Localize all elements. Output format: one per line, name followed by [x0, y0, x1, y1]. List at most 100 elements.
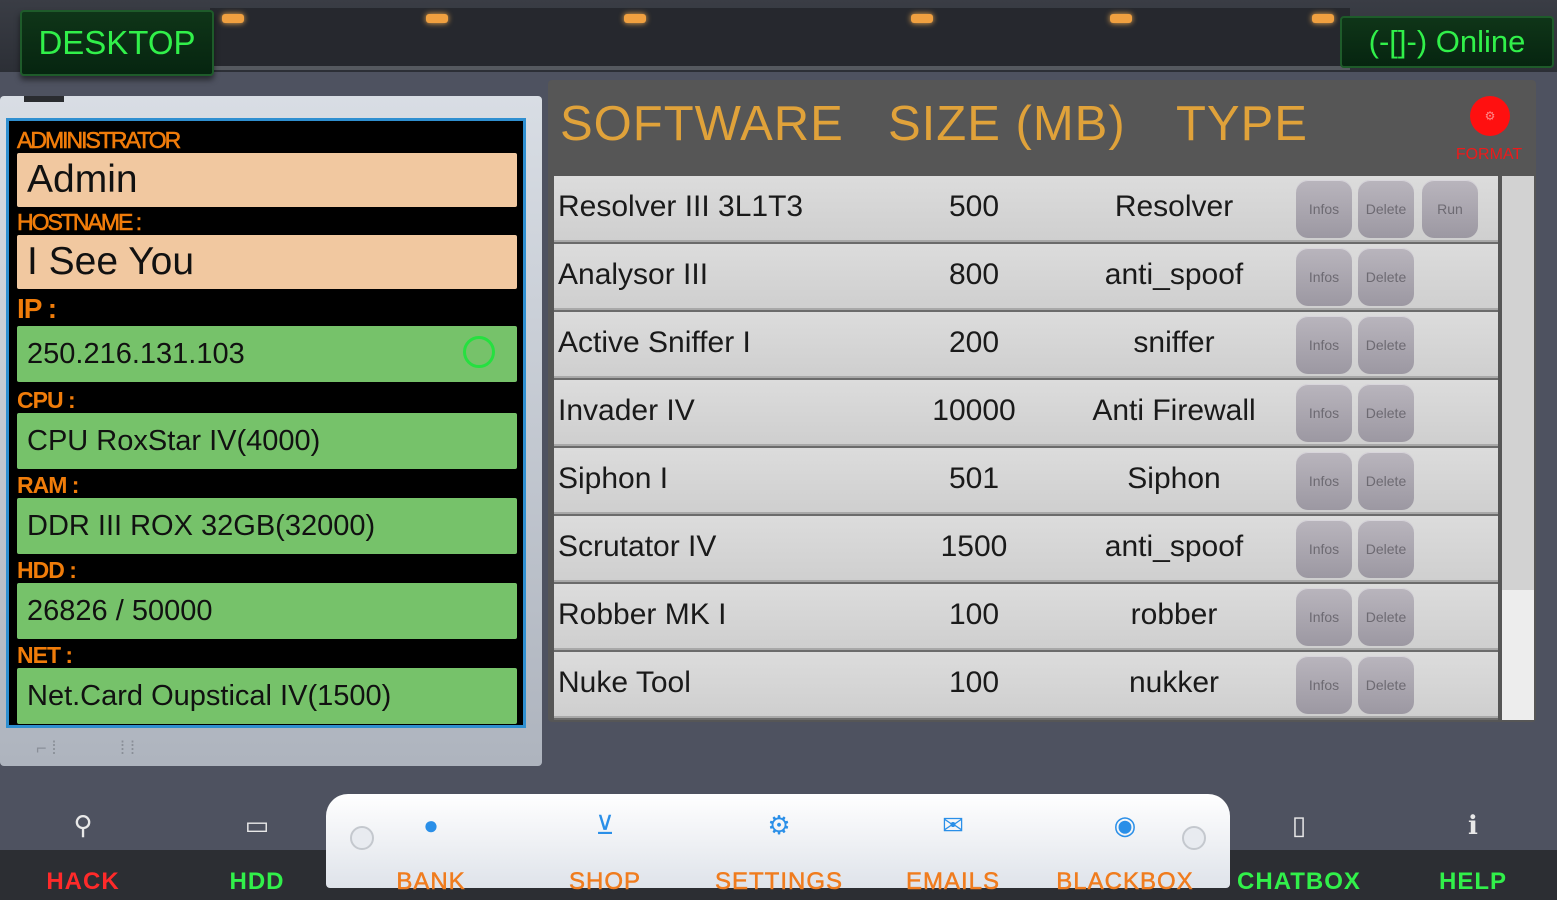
envelope-icon: ✉ [942, 810, 964, 840]
format-button[interactable]: ⚙ [1470, 96, 1510, 136]
machine-info-panel: ADMINISTRATOR Admin HOSTNAME : I See You… [6, 118, 526, 728]
dock-label-blackbox: BLACKBOX [1056, 868, 1194, 896]
software-size: 10000 [932, 394, 1016, 427]
dock-label-settings: SETTINGS [714, 868, 843, 896]
dock-item-emails[interactable]: ✉ EMAILS [878, 796, 1028, 896]
delete-button[interactable]: Delete [1358, 588, 1414, 646]
info-icon: ℹ [1468, 810, 1478, 840]
indicator-light [1312, 14, 1334, 23]
frame-decoration: ⁞ ⁞ [120, 738, 136, 758]
software-size: 500 [948, 190, 1000, 223]
infos-button[interactable]: Infos [1296, 248, 1352, 306]
delete-button[interactable]: Delete [1358, 316, 1414, 374]
table-row: Siphon I 501 Siphon Infos Delete [554, 448, 1498, 514]
software-size: 501 [948, 462, 1000, 495]
infos-button[interactable]: Infos [1296, 180, 1352, 238]
software-type: Anti Firewall [1092, 394, 1256, 427]
indicator-light [1110, 14, 1132, 23]
ram-field: DDR III ROX 32GB(32000) [17, 498, 517, 554]
table-row: Scrutator IV 1500 anti_spoof Infos Delet… [554, 516, 1498, 582]
dock-item-hdd[interactable]: ▭ HDD [182, 796, 332, 896]
table-body: Resolver III 3L1T3 500 Resolver Infos De… [554, 176, 1498, 720]
dock-item-blackbox[interactable]: ◉ BLACKBOX [1050, 796, 1200, 896]
ip-value: 250.216.131.103 [27, 337, 245, 370]
dock-item-bank[interactable]: ● BANK [356, 796, 506, 896]
format-label: FORMAT [1455, 146, 1523, 163]
dock-label-hack: HACK [46, 868, 120, 895]
software-type: sniffer [1133, 326, 1215, 359]
cpu-label: CPU : [17, 387, 76, 413]
software-name: Nuke Tool [558, 666, 691, 699]
software-type: Siphon [1127, 462, 1221, 495]
indicator-light [426, 14, 448, 23]
software-size: 100 [948, 666, 1000, 699]
cart-icon: ⊻ [595, 810, 615, 840]
hostname-label: HOSTNAME : [17, 209, 143, 236]
disc-icon: ◉ [1113, 810, 1137, 840]
wrench-icon: ⚲ [73, 810, 93, 840]
delete-button[interactable]: Delete [1358, 520, 1414, 578]
delete-button[interactable]: Delete [1358, 248, 1414, 306]
delete-button[interactable]: Delete [1358, 452, 1414, 510]
net-field: Net.Card Oupstical IV(1500) [17, 668, 517, 724]
table-row: Active Sniffer I 200 sniffer Infos Delet… [554, 312, 1498, 378]
column-header-software: SOFTWARE [560, 97, 844, 151]
admin-label: ADMINISTRATOR [17, 127, 182, 154]
infos-button[interactable]: Infos [1296, 656, 1352, 714]
dock-label-emails: EMAILS [905, 868, 1001, 896]
software-name: Robber MK I [558, 598, 727, 631]
net-label: NET : [17, 642, 73, 668]
software-type: anti_spoof [1104, 258, 1244, 291]
run-button[interactable]: Run [1422, 180, 1478, 238]
indicator-light [624, 14, 646, 23]
dock-label-help: HELP [1438, 868, 1507, 895]
software-type: robber [1130, 598, 1218, 631]
dock-item-chatbox[interactable]: ▯ CHATBOX [1224, 796, 1374, 896]
infos-button[interactable]: Infos [1296, 316, 1352, 374]
table-row: Resolver III 3L1T3 500 Resolver Infos De… [554, 176, 1498, 242]
hdd-label: HDD : [17, 557, 77, 583]
chat-bubble-icon: ● [423, 810, 439, 840]
dock-item-hack[interactable]: ⚲ HACK [8, 796, 158, 896]
infos-button[interactable]: Infos [1296, 588, 1352, 646]
software-type: nukker [1128, 666, 1220, 699]
ram-label: RAM : [17, 472, 79, 498]
software-name: Siphon I [558, 462, 669, 495]
table-row: Robber MK I 100 robber Infos Delete [554, 584, 1498, 650]
dock-item-shop[interactable]: ⊻ SHOP [530, 796, 680, 896]
indicator-light [911, 14, 933, 23]
desktop-tab[interactable]: DESKTOP [20, 10, 214, 76]
delete-button[interactable]: Delete [1358, 656, 1414, 714]
gears-icon: ⚙ [767, 810, 791, 840]
cpu-field: CPU RoxStar IV(4000) [17, 413, 517, 469]
software-name: Resolver III 3L1T3 [558, 190, 804, 223]
status-ring-icon [463, 336, 495, 368]
frame-notch [24, 96, 64, 102]
dock-label-hdd: HDD [229, 868, 285, 895]
software-name: Analysor III [558, 258, 709, 291]
column-header-size: SIZE (MB) [888, 97, 1126, 151]
software-type: anti_spoof [1104, 530, 1244, 563]
software-size: 200 [948, 326, 1000, 359]
infos-button[interactable]: Infos [1296, 452, 1352, 510]
frame-decoration: ⌐ ⁞ [36, 738, 57, 758]
drive-icon: ▭ [244, 810, 270, 840]
online-status: (-[]-) Online [1340, 16, 1554, 68]
dock-item-settings[interactable]: ⚙ SETTINGS [704, 796, 854, 896]
delete-button[interactable]: Delete [1358, 384, 1414, 442]
software-table: SOFTWARE SIZE (MB) TYPE ⚙ FORMAT Resolve… [548, 80, 1536, 722]
scrollbar-thumb[interactable] [1502, 176, 1534, 590]
dock-item-help[interactable]: ℹ HELP [1398, 796, 1548, 896]
ip-label: IP : [17, 293, 57, 324]
top-rail [210, 8, 1350, 70]
infos-button[interactable]: Infos [1296, 384, 1352, 442]
indicator-light [222, 14, 244, 23]
delete-button[interactable]: Delete [1358, 180, 1414, 238]
hostname-field: I See You [17, 235, 517, 289]
software-size: 1500 [940, 530, 1008, 563]
software-name: Active Sniffer I [558, 326, 751, 359]
software-size: 100 [948, 598, 1000, 631]
software-name: Scrutator IV [558, 530, 717, 563]
column-header-type: TYPE [1176, 97, 1308, 151]
infos-button[interactable]: Infos [1296, 520, 1352, 578]
